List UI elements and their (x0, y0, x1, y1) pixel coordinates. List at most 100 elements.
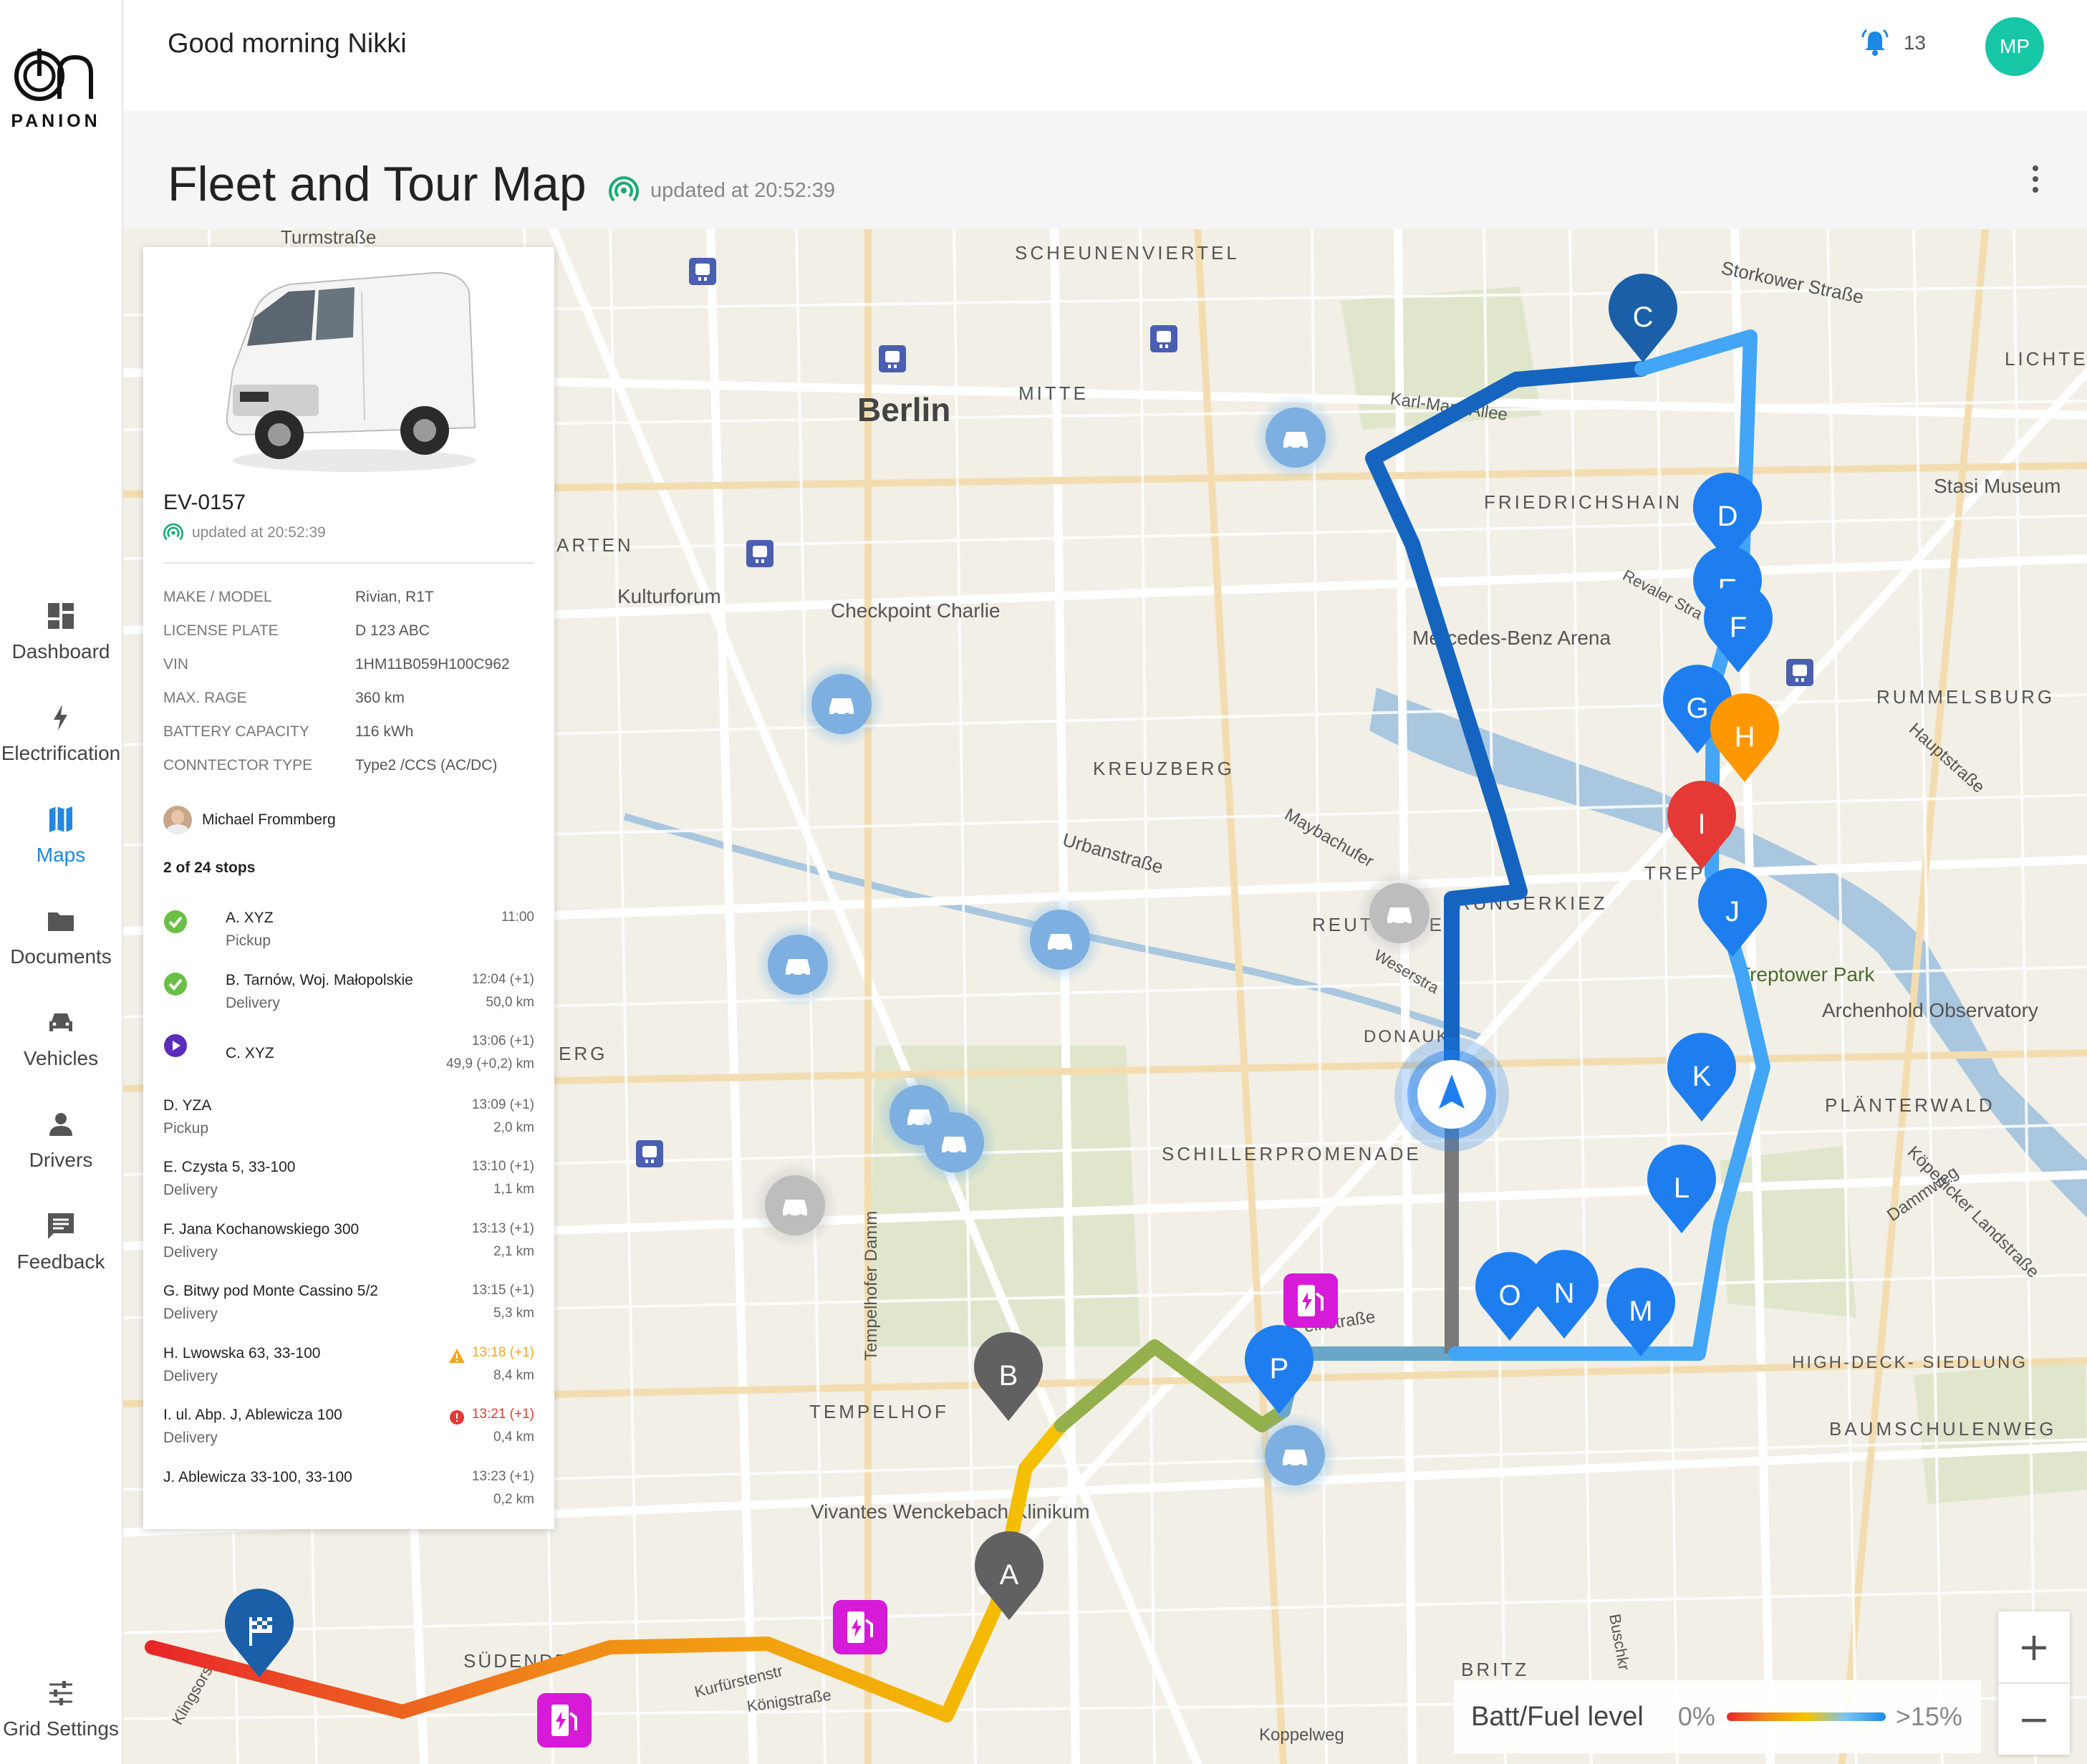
stop-marker-a: A (975, 1531, 1044, 1620)
stop-row[interactable]: A. XYZ Pickup 11:00 (163, 910, 534, 967)
vehicle-marker (755, 922, 841, 1008)
stop-row-error[interactable]: I. ul. Abp. J, Ablewicza 100 Delivery 13:… (163, 1407, 534, 1464)
vehicle-marker (1017, 897, 1103, 983)
map-label: Storkower Straße (1720, 257, 1866, 308)
driver-avatar (163, 806, 192, 834)
live-signal-icon (609, 176, 639, 202)
check-circle-icon (164, 973, 187, 996)
svg-text:B: B (999, 1360, 1018, 1392)
driver-info[interactable]: Michael Frommberg (163, 806, 336, 834)
map-label: Kulturforum (617, 585, 721, 607)
legend-min: 0% (1677, 1702, 1715, 1731)
map-label: TREP (1644, 862, 1705, 884)
stop-row[interactable]: J. Ablewicza 33-100, 33-100 13:23 (+1) 0,… (163, 1469, 534, 1526)
map-label: Berlin (857, 391, 950, 428)
stop-marker-c: C (1609, 274, 1677, 362)
map-label: ERG (559, 1043, 607, 1064)
current-vehicle-position[interactable] (1394, 1037, 1509, 1152)
stop-row[interactable]: B. Tarnów, Woj. Małopolskie Delivery 12:0… (163, 972, 534, 1029)
user-avatar[interactable]: MP (1985, 17, 2044, 76)
train-station-icon (689, 258, 716, 285)
sidebar: PANION Dashboard Electrification Maps Do… (0, 0, 123, 1764)
live-status: updated at 20:52:39 (609, 175, 835, 206)
map-label: BAUMSCHULENWEG (1829, 1418, 2056, 1440)
page-title: Fleet and Tour Map (168, 157, 587, 211)
map-label: KREUZBERG (1093, 758, 1235, 779)
check-circle-icon (164, 910, 187, 933)
map-label: FRIEDRICHSHAIN (1484, 491, 1682, 513)
battery-legend: Batt/Fuel level 0% >15% (1454, 1680, 1981, 1753)
vehicle-image (226, 271, 476, 472)
charging-station-icon (833, 1600, 887, 1654)
sidebar-item-label: Grid Settings (3, 1717, 119, 1740)
map-label: Buschkr (1606, 1613, 1633, 1672)
stop-row-warning[interactable]: H. Lwowska 63, 33-100 Delivery 13:18 (+1)… (163, 1345, 534, 1402)
sidebar-item-label: Drivers (29, 1149, 93, 1171)
page-title-bar: Fleet and Tour Map updated at 20:52:39 (123, 111, 2087, 229)
bolt-icon (54, 705, 67, 731)
stop-marker-o: O (1475, 1252, 1544, 1341)
stop-marker-l: L (1647, 1144, 1716, 1233)
live-signal-icon (163, 523, 183, 541)
sidebar-item-drivers[interactable]: Drivers (0, 1109, 122, 1172)
map-label: LICHTE (2005, 348, 2087, 370)
stop-row[interactable]: F. Jana Kochanowskiego 300 Delivery 13:13… (163, 1221, 534, 1278)
vehicle-marker-offline (1356, 870, 1442, 956)
vehicle-marker (1252, 1412, 1338, 1498)
stop-row[interactable]: E. Czysta 5, 33-100 Delivery 13:10 (+1) 1,… (163, 1159, 534, 1216)
sidebar-item-documents[interactable]: Documents (0, 905, 122, 968)
vehicle-updated: updated at 20:52:39 (163, 523, 326, 543)
notifications-button[interactable]: 13 (1859, 27, 1926, 59)
map-label: Checkpoint Charlie (831, 599, 1001, 622)
zoom-in-button[interactable]: + (1998, 1611, 2070, 1682)
last-updated-label: updated at 20:52:39 (650, 178, 836, 202)
sidebar-item-electrification[interactable]: Electrification (0, 702, 122, 765)
train-station-icon (879, 345, 906, 372)
svg-text:I: I (1697, 809, 1705, 840)
sidebar-item-maps[interactable]: Maps (0, 804, 122, 867)
feedback-icon (48, 1213, 74, 1239)
stop-marker-k: K (1667, 1033, 1736, 1122)
play-circle-icon (164, 1034, 187, 1057)
panion-logo-icon (14, 49, 93, 101)
stop-row[interactable]: D. YZA Pickup 13:09 (+1) 2,0 km (163, 1097, 534, 1155)
map-label: RUMMELSBURG (1876, 686, 2055, 708)
svg-text:F: F (1730, 612, 1747, 643)
vehicle-marker (911, 1099, 997, 1185)
map-label: Turmstraße (281, 229, 376, 248)
svg-text:O: O (1498, 1280, 1520, 1311)
map-label: Archenhold Observatory (1822, 999, 2038, 1021)
more-options-button[interactable] (2028, 163, 2043, 198)
brand-logo[interactable]: PANION (6, 44, 106, 132)
sidebar-item-vehicles[interactable]: Vehicles (0, 1007, 122, 1070)
driver-name: Michael Frommberg (202, 811, 336, 828)
sidebar-item-grid-settings[interactable]: Grid Settings (0, 1677, 122, 1740)
map-label: HIGH-DECK- SIEDLUNG (1792, 1353, 2028, 1372)
svg-text:M: M (1629, 1296, 1652, 1327)
train-station-icon (746, 540, 773, 567)
zoom-out-button[interactable]: − (1998, 1684, 2070, 1755)
stop-marker-m: M (1606, 1268, 1675, 1356)
stop-row[interactable]: G. Bitwy pod Monte Cassino 5/2 Delivery 1… (163, 1283, 534, 1340)
map-label: ARTEN (556, 534, 634, 556)
sidebar-item-label: Vehicles (23, 1047, 99, 1069)
svg-text:P: P (1270, 1353, 1289, 1384)
stop-row-current[interactable]: C. XYZ 13:06 (+1) 49,9 (+0,2) km (163, 1033, 534, 1091)
folder-icon (48, 912, 74, 931)
warning-icon (449, 1349, 465, 1363)
stop-marker-p: P (1245, 1325, 1314, 1414)
vehicle-detail-panel: EV-0157 updated at 20:52:39 MAKE / MODEL… (143, 247, 554, 1529)
sidebar-item-feedback[interactable]: Feedback (0, 1210, 122, 1273)
map-label: SCHEUNENVIERTEL (1015, 242, 1240, 264)
sidebar-item-dashboard[interactable]: Dashboard (0, 600, 122, 663)
sidebar-item-label: Feedback (16, 1250, 105, 1273)
sidebar-item-label: Documents (10, 945, 112, 968)
svg-text:N: N (1554, 1278, 1575, 1309)
map-label: Urbanstraße (1060, 829, 1165, 878)
charging-station-icon (1283, 1273, 1338, 1328)
vehicle-id: EV-0157 (163, 491, 246, 514)
charging-station-icon (537, 1693, 592, 1748)
zoom-controls: + − (1998, 1611, 2070, 1755)
map-label: Vivantes Wenckebach Klinikum (811, 1500, 1090, 1523)
map-label: SCHILLERPROMENADE (1162, 1143, 1422, 1165)
